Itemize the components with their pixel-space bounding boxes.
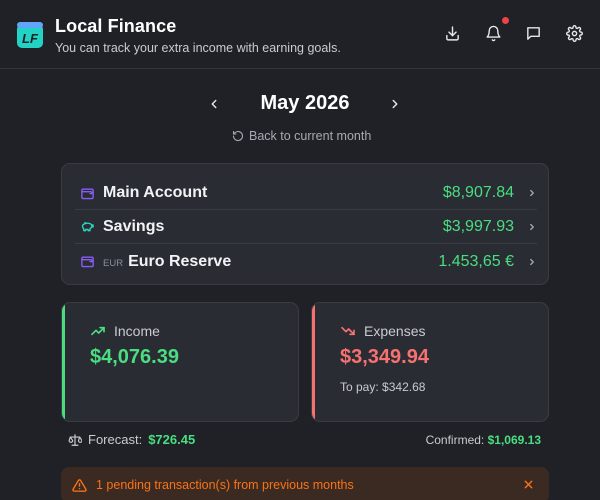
chevron-left-icon [211,99,217,109]
account-name: Main Account [103,184,208,201]
account-balance: $3,997.93 [442,218,514,235]
app-logo: LF [16,21,44,49]
forecast-label: Forecast: [88,432,143,447]
expenses-label: Expenses [364,323,426,339]
chevron-right-icon [392,99,398,109]
expenses-header: Expenses [340,323,425,339]
account-row-main[interactable]: Main Account $8,907.84 [75,177,537,210]
chevron-right-icon [527,221,537,233]
account-row-euro-reserve[interactable]: EUR Euro Reserve 1.453,65 € [75,245,537,278]
confirmed-summary: Confirmed: $1,069.13 [426,433,541,447]
chevron-right-icon [527,187,537,199]
bell-icon [485,25,501,41]
pending-transactions-text: 1 pending transaction(s) from previous m… [96,478,354,492]
expenses-amount: $3,349.94 [340,346,429,368]
chat-icon [526,26,540,40]
account-name: Euro Reserve [128,252,232,270]
app-title: Local Finance [55,16,177,36]
rotate-ccw-icon [232,130,244,142]
confirmed-value: $1,069.13 [487,433,541,447]
confirmed-label: Confirmed: [425,433,485,447]
account-row-savings[interactable]: Savings $3,997.93 [75,211,537,244]
pending-transactions-banner[interactable]: 1 pending transaction(s) from previous m… [61,467,549,500]
scale-icon [68,433,82,446]
piggy-bank-icon [79,219,95,235]
download-icon [445,25,459,41]
expenses-card[interactable]: Expenses $3,349.94 To pay: $342.68 [311,302,549,422]
wallet-icon [79,185,95,201]
settings-button[interactable] [563,22,585,44]
back-to-current-month-link[interactable]: Back to current month [232,129,371,143]
previous-month-button[interactable] [204,94,224,114]
currency-code: EUR [103,257,124,269]
income-header: Income [90,323,160,339]
notifications-button[interactable] [482,22,504,44]
back-to-current-month-label: Back to current month [249,129,372,143]
forecast-summary: Forecast: $726.45 [68,432,195,447]
income-label: Income [114,323,160,339]
to-pay-line: To pay: $342.68 [340,380,425,394]
messages-button[interactable] [522,22,544,44]
income-accent-bar [62,303,65,421]
to-pay-label: To pay: [340,380,379,394]
warning-icon [72,478,87,492]
notification-dot [502,17,509,24]
account-name: Savings [103,218,165,235]
close-icon [524,480,532,488]
income-card[interactable]: Income $4,076.39 [61,302,299,422]
income-amount: $4,076.39 [90,346,179,368]
chevron-right-icon [527,256,537,268]
logo-text: LF [22,31,39,46]
account-balance: $8,907.84 [442,184,514,201]
account-balance: 1.453,65 € [438,252,514,270]
accounts-card: Main Account $8,907.84 Savings $3,997.93… [61,163,549,285]
trending-up-icon [91,326,105,336]
app-subtitle: You can track your extra income with ear… [55,41,341,55]
forecast-value: $726.45 [148,432,196,447]
download-button[interactable] [441,22,463,44]
expenses-accent-bar [312,303,315,421]
dismiss-banner-button[interactable] [521,477,535,491]
to-pay-value: $342.68 [382,380,426,394]
current-month-label: May 2026 [260,92,350,114]
trending-down-icon [341,326,355,336]
app-header: LF Local Finance You can track your extr… [0,0,600,69]
wallet-icon [79,254,95,270]
next-month-button[interactable] [385,94,405,114]
gear-icon [565,24,583,42]
